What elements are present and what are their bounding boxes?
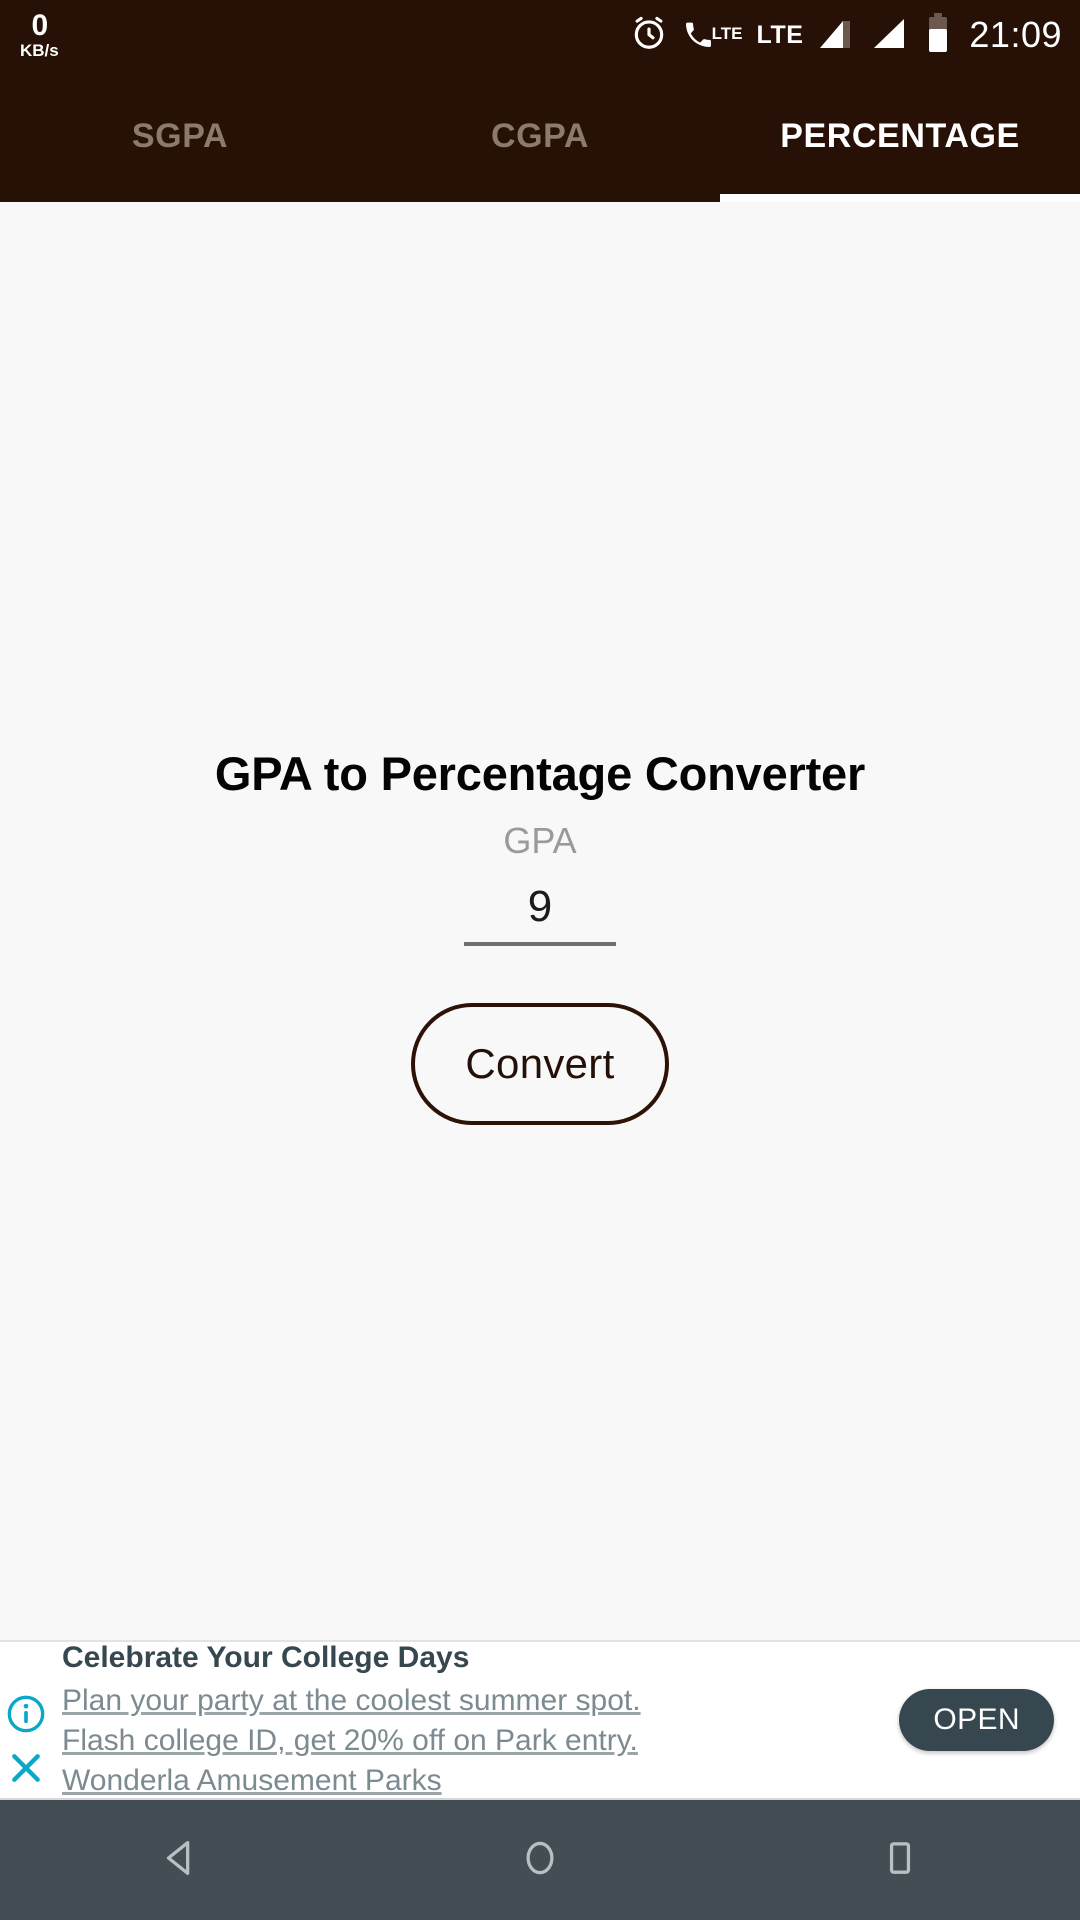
lte-label: LTE (756, 20, 804, 49)
gpa-input-underline (464, 941, 616, 946)
gpa-input[interactable] (464, 881, 616, 942)
status-icons-group: LTE LTE 21:09 (630, 12, 1062, 59)
gpa-field-label: GPA (503, 819, 577, 861)
network-speed-unit: KB/s (20, 41, 59, 60)
status-clock: 21:09 (969, 14, 1062, 55)
home-circle-icon (517, 1835, 563, 1886)
page-title: GPA to Percentage Converter (214, 747, 866, 800)
nav-recents-button[interactable] (800, 1800, 1000, 1920)
alarm-clock-icon (630, 14, 668, 57)
back-triangle-icon (157, 1835, 203, 1886)
phone-screen: 0 KB/s LTE LTE 21:09 SGPA CGPA PERCENTAG… (0, 0, 1080, 1920)
tab-sgpa[interactable]: SGPA (0, 70, 360, 202)
signal-bars-sim2-icon (871, 15, 911, 56)
ad-cta-wrapper: OPEN (899, 1642, 1080, 1798)
tab-percentage[interactable]: PERCENTAGE (720, 70, 1080, 202)
battery-icon (925, 12, 951, 59)
ad-text-block: Celebrate Your College Days Plan your pa… (52, 1641, 899, 1801)
volte-lte-label: LTE (711, 24, 743, 43)
tab-active-indicator (720, 194, 1080, 202)
info-circle-icon[interactable] (6, 1694, 46, 1734)
ad-icon-column (0, 1642, 52, 1798)
android-nav-bar (0, 1800, 1080, 1920)
status-bar: 0 KB/s LTE LTE 21:09 (0, 0, 1080, 70)
ad-body-text[interactable]: Plan your party at the coolest summer sp… (62, 1681, 712, 1801)
volte-call-icon: LTE (682, 16, 743, 54)
convert-button[interactable]: Convert (411, 1002, 669, 1125)
nav-home-button[interactable] (440, 1800, 640, 1920)
network-speed-value: 0 (31, 9, 49, 42)
ad-banner[interactable]: Celebrate Your College Days Plan your pa… (0, 1640, 1080, 1800)
ad-open-button[interactable]: OPEN (899, 1689, 1054, 1751)
nav-back-button[interactable] (80, 1800, 280, 1920)
tab-cgpa[interactable]: CGPA (360, 70, 720, 202)
main-content: GPA to Percentage Converter GPA Convert (0, 202, 1080, 1640)
tab-bar: SGPA CGPA PERCENTAGE (0, 70, 1080, 202)
ad-title: Celebrate Your College Days (62, 1641, 470, 1675)
network-speed-indicator: 0 KB/s (20, 9, 59, 60)
recents-square-icon (877, 1835, 923, 1886)
gpa-input-wrapper (464, 881, 616, 946)
signal-bars-sim1-icon (817, 15, 857, 56)
close-x-icon[interactable] (6, 1748, 46, 1788)
